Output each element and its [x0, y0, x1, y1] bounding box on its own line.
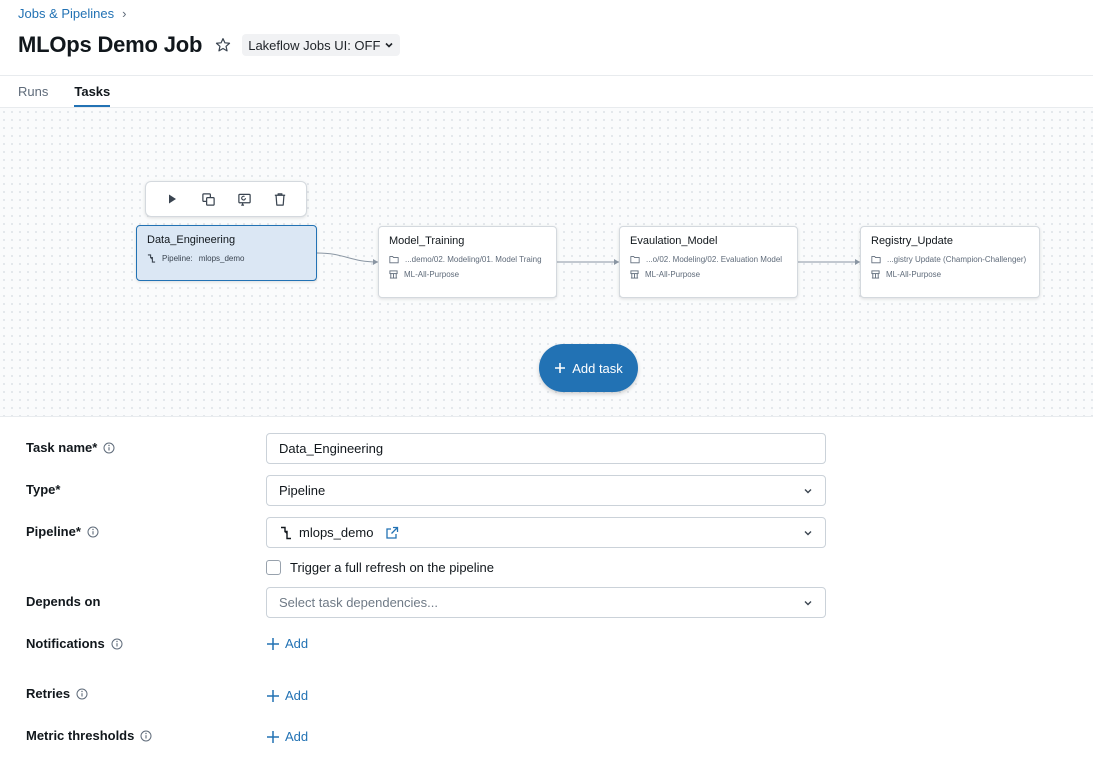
plus-icon [267, 689, 279, 702]
tab-bar: Runs Tasks [18, 84, 111, 107]
node-path: ...demo/02. Modeling/01. Model Traing [405, 255, 542, 264]
cluster-icon [630, 270, 639, 279]
dag-node-model-training[interactable]: Model_Training ...demo/02. Modeling/01. … [378, 226, 557, 298]
chevron-down-icon [803, 528, 813, 538]
add-task-button[interactable]: Add task [539, 344, 638, 392]
chevron-down-icon [384, 38, 394, 53]
node-cluster-line: ML-All-Purpose [389, 270, 546, 279]
node-cluster: ML-All-Purpose [404, 270, 460, 279]
node-title: Evaulation_Model [630, 235, 718, 247]
dag-node-registry-update[interactable]: Registry_Update ...gistry Update (Champi… [860, 226, 1040, 298]
page-title: MLOps Demo Job [18, 32, 203, 57]
info-icon[interactable] [103, 442, 115, 454]
duplicate-icon[interactable] [197, 188, 219, 210]
plus-icon [267, 730, 279, 743]
folder-icon [389, 256, 399, 264]
dag-node-data-engineering[interactable]: Data_Engineering Pipeline: mlops_demo [136, 225, 317, 281]
node-cluster: ML-All-Purpose [886, 270, 942, 279]
node-cluster-line: ML-All-Purpose [871, 270, 1029, 279]
tab-tasks[interactable]: Tasks [74, 84, 111, 107]
pipeline-select[interactable]: mlops_demo [266, 517, 826, 548]
pipeline-icon [281, 526, 291, 539]
cluster-icon [389, 270, 398, 279]
breadcrumb-separator: › [122, 6, 127, 21]
node-title: Model_Training [389, 235, 465, 247]
external-link-icon[interactable] [385, 526, 399, 540]
info-icon[interactable] [76, 688, 88, 700]
node-path-line: ...o/02. Modeling/02. Evaluation Model [630, 255, 787, 264]
type-select[interactable]: Pipeline [266, 475, 826, 506]
node-path: ...o/02. Modeling/02. Evaluation Model [646, 255, 783, 264]
add-metric-threshold-button[interactable]: Add [266, 729, 308, 744]
node-path: ...gistry Update (Champion-Challenger) [887, 255, 1027, 264]
node-cluster-line: ML-All-Purpose [630, 270, 787, 279]
dag-node-evaluation-model[interactable]: Evaulation_Model ...o/02. Modeling/02. E… [619, 226, 798, 298]
breadcrumb-jobs-pipelines-link[interactable]: Jobs & Pipelines [18, 6, 114, 21]
type-label: Type* [26, 482, 61, 497]
info-icon[interactable] [140, 730, 152, 742]
retries-label: Retries [26, 686, 88, 701]
cluster-icon [871, 270, 880, 279]
full-refresh-checkbox[interactable] [266, 560, 281, 575]
metric-thresholds-label: Metric thresholds [26, 728, 152, 743]
notifications-label: Notifications [26, 636, 123, 651]
node-path-line: ...gistry Update (Champion-Challenger) [871, 255, 1029, 264]
pipeline-icon [147, 254, 156, 263]
plus-icon [267, 637, 279, 650]
lakeflow-ui-toggle[interactable]: Lakeflow Jobs UI: OFF [242, 34, 401, 56]
task-name-value: Data_Engineering [279, 441, 384, 456]
star-icon[interactable] [214, 36, 232, 54]
info-icon[interactable] [111, 638, 123, 650]
chevron-down-icon [803, 486, 813, 496]
add-task-label: Add task [572, 360, 623, 376]
node-pipeline-line: Pipeline: mlops_demo [147, 254, 306, 263]
info-icon[interactable] [87, 526, 99, 538]
folder-icon [871, 256, 881, 264]
chevron-down-icon [803, 598, 813, 608]
node-cluster: ML-All-Purpose [645, 270, 701, 279]
folder-icon [630, 256, 640, 264]
pipeline-label: Pipeline* [26, 524, 99, 539]
task-name-label: Task name* [26, 440, 115, 455]
depends-on-placeholder: Select task dependencies... [279, 595, 438, 610]
pipeline-value: mlops_demo [299, 525, 374, 540]
trash-icon[interactable] [269, 188, 291, 210]
type-value: Pipeline [279, 483, 326, 498]
canvas-divider [0, 416, 1093, 417]
node-title: Registry_Update [871, 235, 953, 247]
node-action-toolbar [145, 181, 307, 217]
plus-icon [555, 363, 566, 373]
node-title: Data_Engineering [147, 234, 236, 246]
header-divider [0, 75, 1093, 76]
node-pipeline-prefix: Pipeline: [162, 254, 193, 263]
full-refresh-label[interactable]: Trigger a full refresh on the pipeline [290, 560, 494, 575]
play-icon[interactable] [161, 188, 183, 210]
breadcrumb: Jobs & Pipelines › [18, 6, 126, 21]
depends-on-label: Depends on [26, 594, 101, 609]
task-name-input[interactable]: Data_Engineering [266, 433, 826, 464]
lakeflow-ui-toggle-label: Lakeflow Jobs UI: OFF [248, 37, 381, 53]
node-pipeline-name: mlops_demo [198, 254, 245, 263]
add-notification-button[interactable]: Add [266, 636, 308, 651]
title-row: MLOps Demo Job Lakeflow Jobs UI: OFF [18, 30, 401, 60]
repair-icon[interactable] [233, 188, 255, 210]
depends-on-select[interactable]: Select task dependencies... [266, 587, 826, 618]
add-retry-button[interactable]: Add [266, 688, 308, 703]
full-refresh-option: Trigger a full refresh on the pipeline [266, 560, 494, 575]
node-path-line: ...demo/02. Modeling/01. Model Traing [389, 255, 546, 264]
tab-runs[interactable]: Runs [18, 84, 48, 107]
